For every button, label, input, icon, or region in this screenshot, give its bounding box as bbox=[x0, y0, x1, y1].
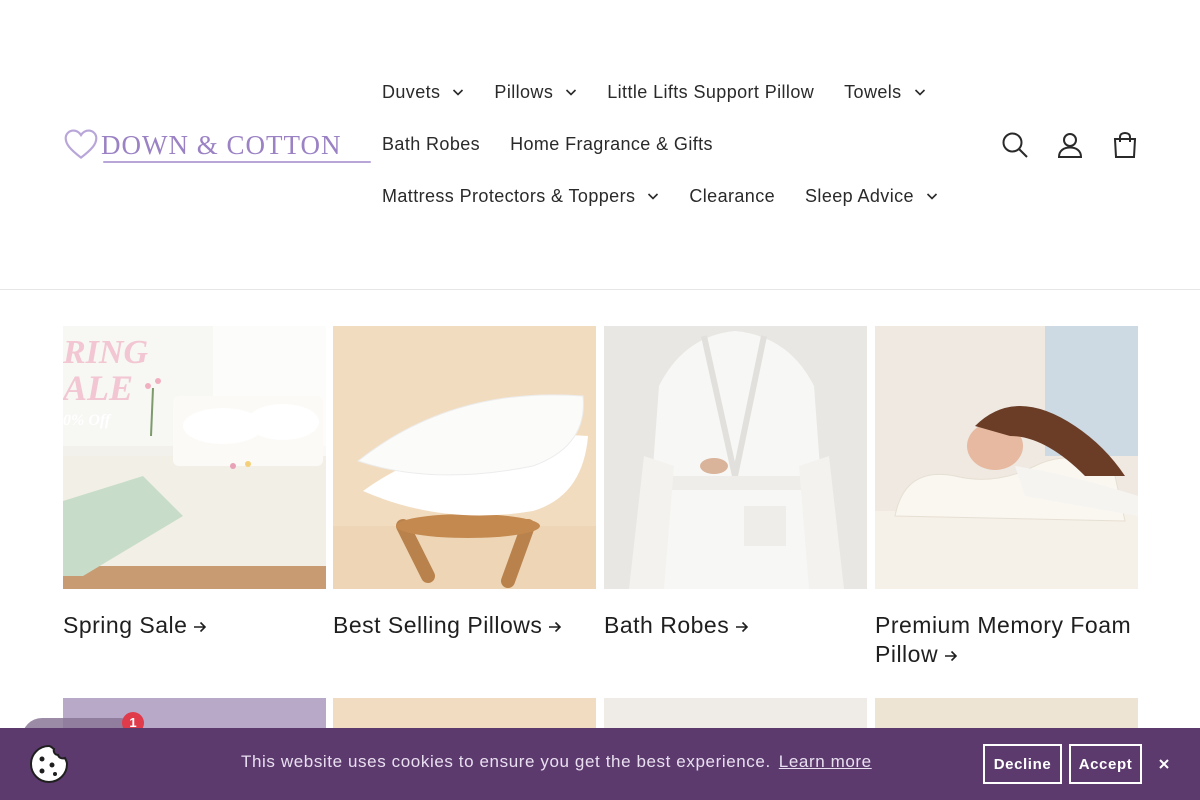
nav-item-label: Duvets bbox=[382, 81, 441, 102]
cookie-consent-bar: This website uses cookies to ensure you … bbox=[0, 728, 1200, 800]
header-actions bbox=[987, 120, 1152, 170]
nav-row-2: Bath Robes Home Fragrance & Gifts bbox=[367, 118, 967, 170]
collection-title-text: Best Selling Pillows bbox=[333, 612, 543, 638]
cookie-message: This website uses cookies to ensure you … bbox=[241, 752, 872, 772]
nav-item-pillows[interactable]: Pillows bbox=[479, 66, 592, 118]
nav-item-duvets[interactable]: Duvets bbox=[367, 66, 479, 118]
nav-item-mattress-protectors[interactable]: Mattress Protectors & Toppers bbox=[367, 170, 674, 222]
collection-card-spring-sale[interactable]: RING ALE 0% Off Spring Sale bbox=[63, 326, 326, 640]
nav-row-3: Mattress Protectors & Toppers Clearance … bbox=[367, 170, 967, 222]
collection-title[interactable]: Premium Memory Foam Pillow bbox=[875, 611, 1138, 669]
chevron-down-icon bbox=[453, 89, 464, 96]
nav-item-label: Home Fragrance & Gifts bbox=[510, 133, 713, 154]
collection-image-bedroom: RING ALE 0% Off bbox=[63, 326, 326, 589]
nav-item-little-lifts[interactable]: Little Lifts Support Pillow bbox=[592, 66, 829, 118]
collection-title-text: Spring Sale bbox=[63, 612, 188, 638]
arrow-right-icon bbox=[194, 621, 207, 633]
sale-text-line-2: ALE bbox=[63, 368, 134, 408]
search-button[interactable] bbox=[987, 120, 1042, 170]
heart-logo-icon bbox=[64, 129, 98, 159]
arrow-right-icon bbox=[736, 621, 749, 633]
close-icon[interactable] bbox=[1155, 755, 1173, 773]
site-header: DOWN & COTTON Duvets Pillows Little Lift… bbox=[0, 0, 1200, 290]
nav-item-label: Little Lifts Support Pillow bbox=[607, 81, 815, 102]
collection-title[interactable]: Best Selling Pillows bbox=[333, 611, 596, 640]
nav-item-sleep-advice[interactable]: Sleep Advice bbox=[790, 170, 953, 222]
cookie-icon bbox=[29, 744, 69, 784]
cart-icon bbox=[1113, 131, 1136, 158]
collection-title-text: Bath Robes bbox=[604, 612, 730, 638]
nav-row-1: Duvets Pillows Little Lifts Support Pill… bbox=[367, 66, 967, 118]
learn-more-link[interactable]: Learn more bbox=[779, 752, 872, 771]
sale-text-line-3: 0% Off bbox=[63, 412, 111, 429]
sale-overlay-text: RING ALE 0% Off bbox=[63, 336, 148, 430]
collection-title[interactable]: Spring Sale bbox=[63, 611, 326, 640]
collection-title[interactable]: Bath Robes bbox=[604, 611, 867, 640]
collection-card-memory-foam[interactable]: Premium Memory Foam Pillow bbox=[875, 326, 1138, 669]
chevron-down-icon bbox=[566, 89, 577, 96]
nav-item-label: Towels bbox=[844, 81, 902, 102]
account-icon bbox=[1057, 133, 1082, 158]
sale-text-line-1: RING bbox=[63, 334, 149, 371]
nav-item-bath-robes[interactable]: Bath Robes bbox=[367, 118, 495, 170]
collection-image-pillows bbox=[333, 326, 596, 589]
nav-item-label: Sleep Advice bbox=[805, 185, 914, 206]
nav-item-label: Mattress Protectors & Toppers bbox=[382, 185, 636, 206]
nav-item-label: Bath Robes bbox=[382, 133, 481, 154]
decline-button[interactable]: Decline bbox=[983, 744, 1062, 784]
nav-item-home-fragrance[interactable]: Home Fragrance & Gifts bbox=[495, 118, 728, 170]
brand-logo[interactable]: DOWN & COTTON bbox=[63, 125, 371, 165]
collection-title-text: Premium Memory Foam Pillow bbox=[875, 612, 1132, 667]
arrow-right-icon bbox=[549, 621, 562, 633]
nav-item-label: Clearance bbox=[689, 185, 776, 206]
collection-image-bathrobe bbox=[604, 326, 867, 589]
accept-button[interactable]: Accept bbox=[1069, 744, 1142, 784]
logo-underline bbox=[103, 161, 371, 163]
chevron-down-icon bbox=[926, 193, 937, 200]
account-button[interactable] bbox=[1042, 120, 1097, 170]
nav-item-towels[interactable]: Towels bbox=[829, 66, 940, 118]
chevron-down-icon bbox=[914, 89, 925, 96]
brand-name: DOWN & COTTON bbox=[101, 129, 342, 160]
nav-item-label: Pillows bbox=[494, 81, 554, 102]
arrow-right-icon bbox=[945, 650, 958, 662]
chevron-down-icon bbox=[648, 193, 659, 200]
cart-button[interactable] bbox=[1097, 120, 1152, 170]
collection-card-pillows[interactable]: Best Selling Pillows bbox=[333, 326, 596, 640]
collection-card-bath-robes[interactable]: Bath Robes bbox=[604, 326, 867, 640]
main-nav: Duvets Pillows Little Lifts Support Pill… bbox=[367, 66, 967, 222]
nav-item-clearance[interactable]: Clearance bbox=[674, 170, 790, 222]
collection-image-memory-foam bbox=[875, 326, 1138, 589]
search-icon bbox=[1002, 132, 1028, 158]
cookie-message-text: This website uses cookies to ensure you … bbox=[241, 752, 771, 771]
